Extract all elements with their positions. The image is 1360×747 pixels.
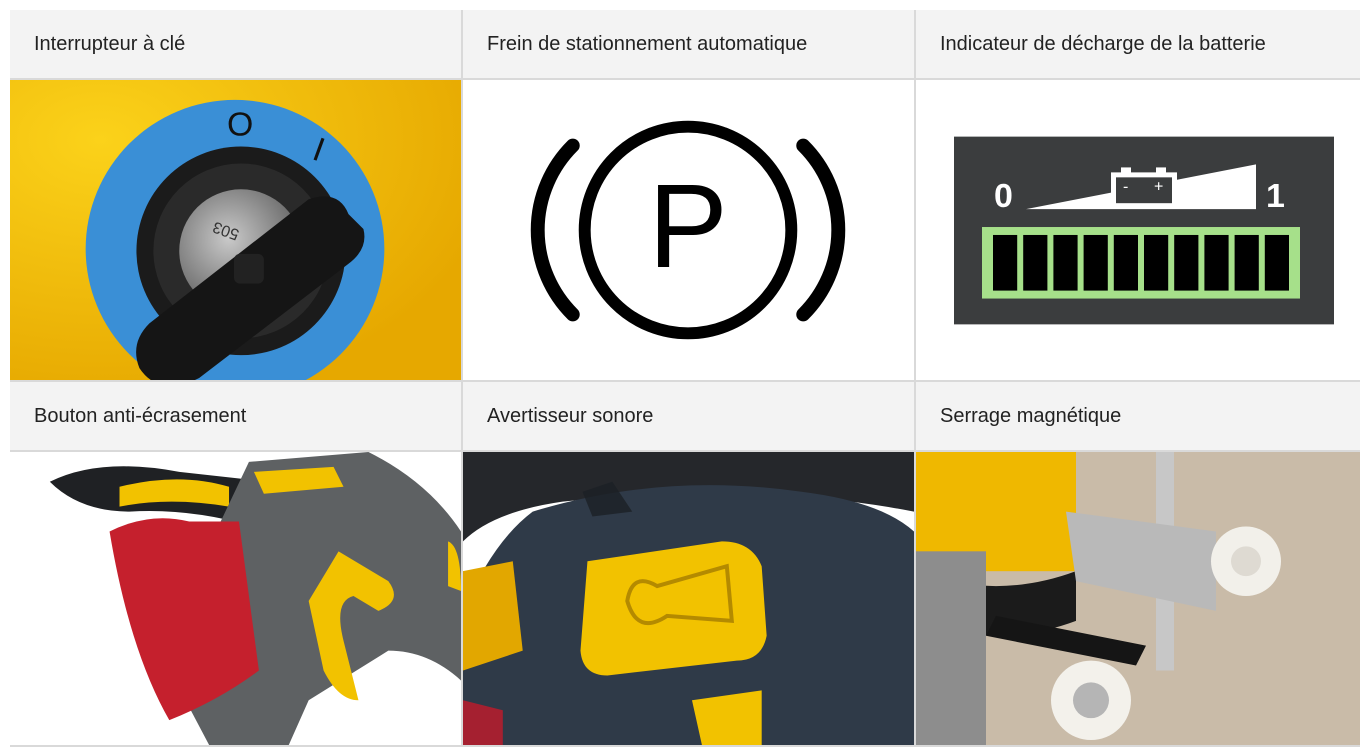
features-grid: Interrupteur à clé Frein de stationnemen… bbox=[10, 10, 1360, 747]
key-switch-icon: O I 503 bbox=[10, 80, 461, 380]
horn-icon bbox=[463, 452, 914, 745]
battery-segment bbox=[1174, 234, 1199, 291]
battery-segment bbox=[1023, 234, 1048, 291]
label-text: Serrage magnétique bbox=[940, 404, 1122, 427]
label-anti-crush: Bouton anti-écrasement bbox=[10, 382, 463, 452]
label-text: Frein de stationnement automatique bbox=[487, 32, 808, 55]
key-switch-image: O I 503 bbox=[10, 80, 463, 382]
label-key-switch: Interrupteur à clé bbox=[10, 10, 463, 80]
battery-segment bbox=[1053, 234, 1078, 291]
off-mark: O bbox=[227, 106, 253, 144]
horn-button-image bbox=[463, 452, 916, 747]
magnetic-clamp-image bbox=[916, 452, 1360, 747]
battery-segment bbox=[993, 234, 1018, 291]
label-horn: Avertisseur sonore bbox=[463, 382, 916, 452]
parking-symbol: P bbox=[648, 160, 728, 293]
battery-segment bbox=[1144, 234, 1169, 291]
label-text: Avertisseur sonore bbox=[487, 404, 654, 427]
battery-min-label: 0 bbox=[994, 177, 1013, 215]
battery-segment bbox=[1264, 234, 1289, 291]
label-text: Interrupteur à clé bbox=[34, 32, 186, 55]
battery-max-label: 1 bbox=[1266, 177, 1285, 215]
label-parking-brake: Frein de stationnement automatique bbox=[463, 10, 916, 80]
parking-brake-image: P bbox=[463, 80, 916, 382]
battery-minus: - bbox=[1123, 178, 1128, 195]
anti-crush-icon bbox=[10, 452, 461, 745]
parking-brake-icon: P bbox=[530, 120, 846, 340]
anti-crush-button-image bbox=[10, 452, 463, 747]
battery-segment bbox=[1234, 234, 1259, 291]
label-magnetic-clamp: Serrage magnétique bbox=[916, 382, 1360, 452]
label-text: Bouton anti-écrasement bbox=[34, 404, 247, 427]
battery-segment bbox=[1113, 234, 1138, 291]
battery-plus: + bbox=[1154, 178, 1163, 195]
magnetic-clamp-icon bbox=[916, 452, 1360, 745]
battery-segment bbox=[1204, 234, 1229, 291]
label-text: Indicateur de décharge de la batterie bbox=[940, 32, 1266, 55]
label-battery-indicator: Indicateur de décharge de la batterie bbox=[916, 10, 1360, 80]
battery-indicator-image: 0 - + 1 bbox=[916, 80, 1360, 382]
battery-indicator-icon: 0 - + 1 bbox=[954, 136, 1334, 325]
battery-segment bbox=[1083, 234, 1108, 291]
